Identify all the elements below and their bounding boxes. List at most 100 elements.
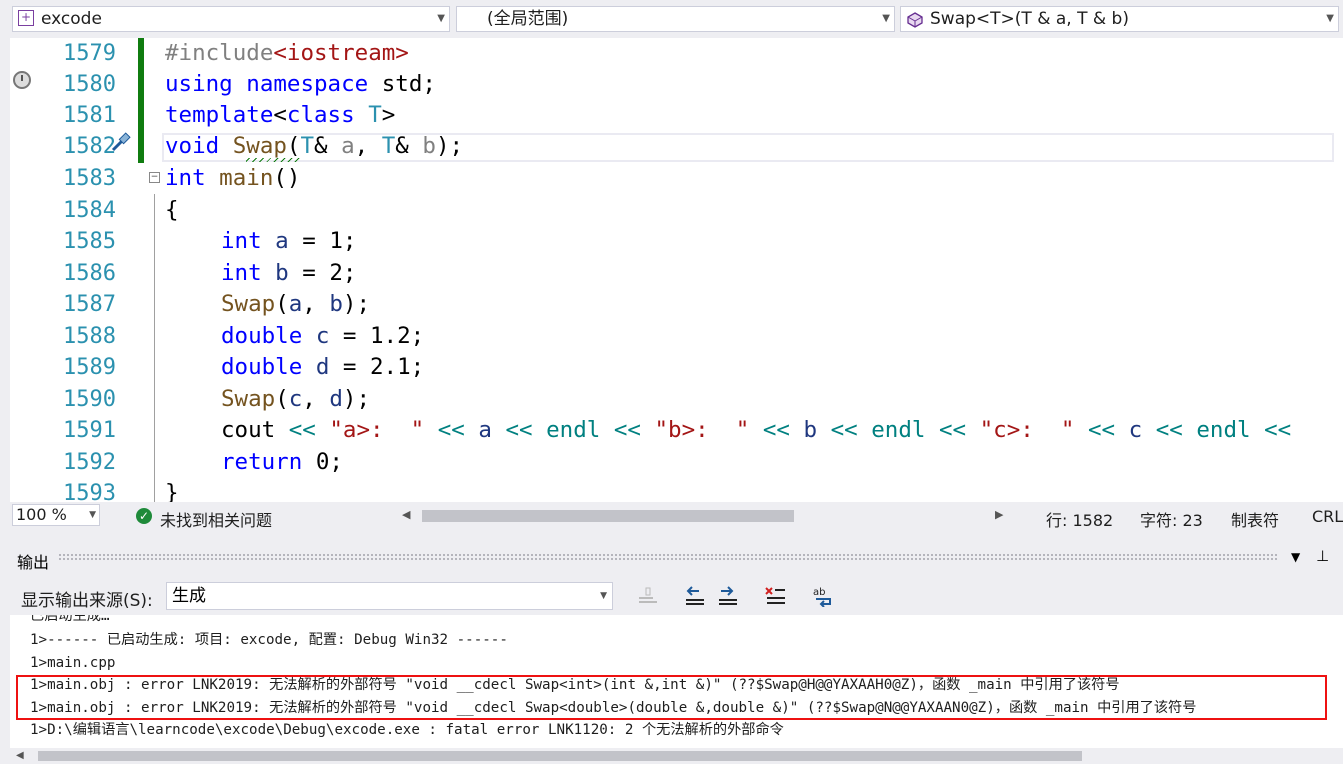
line-number: 1588 bbox=[63, 324, 116, 349]
identifier: endl bbox=[1182, 417, 1251, 443]
keyword: int bbox=[221, 228, 262, 254]
line-number: 1585 bbox=[63, 229, 116, 254]
svg-text:ab: ab bbox=[813, 587, 825, 598]
variable: a bbox=[261, 228, 289, 254]
class-member-icon bbox=[907, 11, 923, 28]
function-name: main bbox=[205, 165, 274, 191]
error-highlight-box bbox=[16, 675, 1327, 720]
identifier: cout bbox=[221, 417, 276, 443]
output-line: 1>main.cpp bbox=[30, 655, 116, 671]
string-literal: "a>: " bbox=[315, 417, 425, 443]
panel-menu-icon[interactable]: ▼ bbox=[1291, 550, 1300, 564]
code-line: double d = 2.1; bbox=[221, 352, 424, 383]
type-param: T bbox=[381, 133, 396, 159]
variable: c bbox=[1115, 417, 1143, 443]
project-dropdown[interactable]: + excode ▼ bbox=[12, 6, 450, 32]
scroll-left-icon[interactable]: ◀ bbox=[402, 508, 410, 521]
string-literal: "b>: " bbox=[640, 417, 750, 443]
word-wrap-icon[interactable]: ab bbox=[812, 585, 836, 608]
output-scrollbar-thumb[interactable] bbox=[38, 751, 1082, 761]
clear-all-icon[interactable] bbox=[764, 585, 788, 607]
collapse-toggle[interactable]: − bbox=[149, 172, 160, 183]
scroll-right-icon[interactable]: ▶ bbox=[995, 508, 1003, 521]
code-line: { bbox=[165, 195, 179, 226]
punct: , bbox=[302, 386, 330, 412]
preprocessor: #include bbox=[165, 40, 274, 66]
line-number: 1580 bbox=[63, 72, 116, 97]
warning-squiggle bbox=[246, 158, 300, 162]
line-number: 1584 bbox=[63, 198, 116, 223]
chevron-down-icon: ▼ bbox=[600, 591, 607, 601]
line-number: 1582 bbox=[63, 134, 116, 159]
keyword: int bbox=[165, 165, 206, 191]
zoom-dropdown[interactable]: 100 % ▼ bbox=[12, 504, 100, 526]
identifier: std; bbox=[368, 71, 436, 97]
eol-indicator[interactable]: CRL bbox=[1312, 507, 1343, 526]
char-indicator[interactable]: 字符: 23 bbox=[1140, 507, 1203, 531]
function-name: Swap bbox=[221, 291, 276, 317]
line-number: 1587 bbox=[63, 292, 116, 317]
code-line: void Swap(T& a, T& b); bbox=[165, 131, 463, 162]
line-number: 1586 bbox=[63, 261, 116, 286]
issues-status[interactable]: 未找到相关问题 bbox=[160, 507, 272, 531]
keyword: return bbox=[221, 449, 303, 475]
source-value: 生成 bbox=[172, 586, 206, 606]
line-indicator[interactable]: 行: 1582 bbox=[1046, 507, 1113, 531]
punct: > bbox=[381, 102, 396, 128]
code-line: int a = 1; bbox=[221, 226, 356, 257]
variable: c bbox=[302, 323, 330, 349]
clear-icon[interactable] bbox=[636, 585, 660, 607]
code-line: cout << "a>: " << a << endl << "b>: " <<… bbox=[221, 415, 1291, 446]
punct: ( bbox=[286, 133, 301, 159]
output-source-dropdown[interactable]: 生成 ▼ bbox=[166, 582, 613, 610]
operator: << bbox=[491, 417, 533, 443]
punct: & bbox=[314, 133, 342, 159]
member-name: Swap<T>(T & a, T & b) bbox=[930, 9, 1129, 29]
outlining-guide bbox=[154, 194, 155, 502]
code-line: Swap(c, d); bbox=[221, 384, 370, 415]
string-literal: "c>: " bbox=[966, 417, 1075, 443]
line-number: 1591 bbox=[63, 418, 116, 443]
code-line: double c = 1.2; bbox=[221, 321, 424, 352]
code-line: } bbox=[165, 478, 179, 502]
chevron-down-icon: ▼ bbox=[1326, 13, 1334, 24]
keyword: template bbox=[165, 102, 274, 128]
next-message-icon[interactable] bbox=[716, 585, 740, 607]
keyword: class bbox=[286, 102, 355, 128]
horizontal-scrollbar-thumb[interactable] bbox=[422, 510, 794, 522]
output-line: 1>D:\编辑语言\learncode\excode\Debug\excode.… bbox=[30, 722, 784, 738]
code-line: return 0; bbox=[221, 447, 343, 478]
punct: ( bbox=[275, 386, 289, 412]
member-dropdown[interactable]: Swap<T>(T & a, T & b) ▼ bbox=[900, 6, 1339, 32]
variable: d bbox=[329, 386, 343, 412]
type-param: T bbox=[354, 102, 382, 128]
prev-message-icon[interactable] bbox=[683, 585, 707, 607]
operator: << bbox=[1074, 417, 1116, 443]
line-number: 1583 bbox=[63, 166, 116, 191]
identifier: endl bbox=[857, 417, 926, 443]
keyword: double bbox=[221, 354, 303, 380]
punct: < bbox=[273, 102, 287, 128]
line-number: 1579 bbox=[63, 41, 116, 66]
variable: b bbox=[261, 260, 289, 286]
history-clock-icon[interactable] bbox=[13, 71, 31, 89]
literal: = 1.2; bbox=[329, 323, 425, 349]
keyword: using bbox=[165, 71, 233, 97]
check-circle-icon: ✓ bbox=[136, 508, 152, 524]
code-line: Swap(a, b); bbox=[221, 289, 370, 320]
punct: () bbox=[273, 165, 301, 191]
code-line: #include<iostream> bbox=[165, 38, 409, 69]
punct: ); bbox=[435, 133, 464, 159]
pin-icon[interactable]: ⊥ bbox=[1316, 547, 1329, 565]
scroll-left-icon[interactable]: ◀ bbox=[16, 750, 24, 761]
change-tracking-bar bbox=[138, 38, 144, 163]
code-line: int b = 2; bbox=[221, 258, 356, 289]
tab-indicator[interactable]: 制表符 bbox=[1231, 507, 1279, 531]
code-editor[interactable]: − 1579 1580 1581 1582 1583 1584 1585 158… bbox=[10, 38, 1343, 502]
punct: ( bbox=[275, 291, 289, 317]
code-line: template<class T> bbox=[165, 100, 395, 131]
output-line: 1>------ 已启动生成: 项目: excode, 配置: Debug Wi… bbox=[30, 632, 508, 648]
scope-dropdown[interactable]: (全局范围) ▼ bbox=[456, 6, 895, 32]
panel-grip bbox=[58, 553, 1278, 561]
chevron-down-icon: ▼ bbox=[89, 510, 96, 520]
